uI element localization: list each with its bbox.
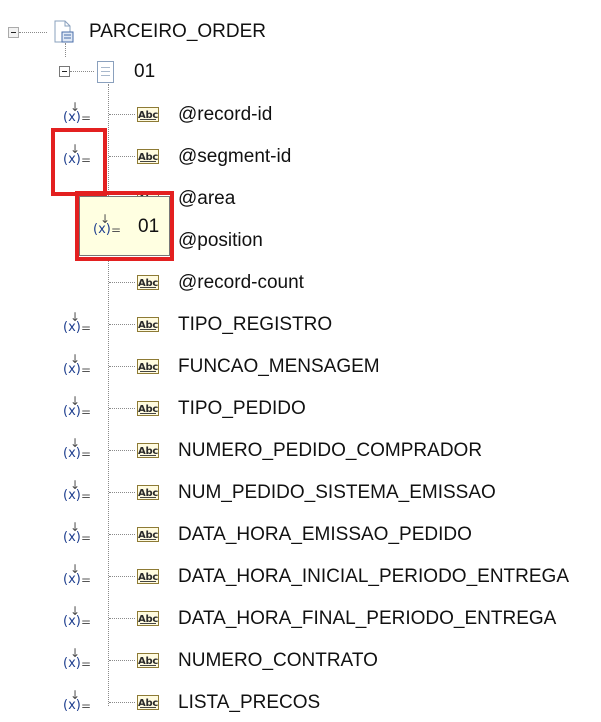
field-label: DATA_HORA_FINAL_PERIODO_ENTREGA [178,608,557,629]
fixed-value-mapping-icon[interactable]: ↓ (x) = [62,437,92,464]
collapse-segment-toggle[interactable] [59,66,70,77]
text-field-abc-icon: Abc [137,107,159,122]
tree-connector [109,534,135,535]
field-label: NUMERO_PEDIDO_COMPRADOR [178,440,483,461]
tree-connector [19,32,47,33]
tree-field-node[interactable]: ↓ (x) = Abc TIPO_PEDIDO [0,394,601,428]
field-label: NUM_PEDIDO_SISTEMA_EMISSAO [178,482,496,503]
field-label: FUNCAO_MENSAGEM [178,356,380,377]
text-field-abc-icon: Abc [137,653,159,668]
tree-field-node[interactable]: ↓ (x) = Abc FUNCAO_MENSAGEM [0,352,601,386]
schema-document-icon [53,20,74,43]
tree-connector [109,282,135,283]
root-label: PARCEIRO_ORDER [89,21,267,42]
field-label: @area [178,188,236,209]
field-label: TIPO_PEDIDO [178,398,306,419]
tree-field-node[interactable]: ↓ (x) = Abc DATA_HORA_INICIAL_PERIODO_ENTREG… [0,562,601,596]
fixed-value-mapping-icon[interactable]: ↓ (x) = [62,101,92,128]
text-field-abc-icon: Abc [137,485,159,500]
text-field-abc-icon: Abc [137,443,159,458]
tree-connector [109,660,135,661]
fixed-value-mapping-icon[interactable]: ↓ (x) = [62,521,92,548]
tree-connector [109,702,135,703]
tree-connector [109,156,135,157]
text-field-abc-icon: Abc [137,611,159,626]
tree-field-node[interactable]: ↓ (x) = Abc NUMERO_CONTRATO [0,646,601,680]
fixed-value-mapping-icon[interactable]: ↓ (x) = [62,395,92,422]
fixed-value-mapping-icon[interactable]: ↓ (x) = [62,563,92,590]
tree-field-node[interactable]: ↓ (x) = Abc NUMERO_PEDIDO_COMPRADOR [0,436,601,470]
tree-field-node[interactable]: ↓ (x) = Abc NUM_PEDIDO_SISTEMA_EMISSAO [0,478,601,512]
collapse-root-toggle[interactable] [8,27,19,38]
tree-segment-node[interactable]: 01 [0,43,601,91]
field-label: TIPO_REGISTRO [178,314,333,335]
fixed-value-mapping-icon[interactable]: ↓ (x) = [62,311,92,338]
field-label: @segment-id [178,146,292,167]
tree-connector [109,576,135,577]
tree-connector [65,43,66,57]
text-field-abc-icon: Abc [137,149,159,164]
field-label: NUMERO_CONTRATO [178,650,378,671]
text-field-abc-icon: Abc [137,317,159,332]
text-field-abc-icon: Abc [137,275,159,290]
tree-connector [109,114,135,115]
tree-connector [109,366,135,367]
tree-connector [109,450,135,451]
tree-root-node[interactable]: PARCEIRO_ORDER [0,15,601,49]
fixed-value-mapping-icon[interactable]: ↓ (x) = [62,647,92,674]
fixed-value-mapping-icon[interactable]: ↓ (x) = [62,479,92,506]
document-icon [97,61,114,83]
text-field-abc-icon: Abc [137,695,159,710]
segment-label: 01 [134,61,156,82]
field-label: DATA_HORA_INICIAL_PERIODO_ENTREGA [178,566,570,587]
text-field-abc-icon: Abc [137,569,159,584]
text-field-abc-icon: Abc [137,401,159,416]
highlight-box-mapping-icon [51,128,107,196]
text-field-abc-icon: Abc [137,359,159,374]
fixed-value-mapping-icon[interactable]: ↓ (x) = [62,605,92,632]
tree-field-node[interactable]: ↓ (x) = Abc DATA_HORA_FINAL_PERIODO_ENTREGA [0,604,601,638]
field-label: @record-count [178,272,304,293]
field-label: @record-id [178,104,273,125]
field-label: @position [178,230,263,251]
field-label: DATA_HORA_EMISSAO_PEDIDO [178,524,472,545]
tree-field-node[interactable]: Abc @record-count [0,268,601,302]
fixed-value-mapping-icon[interactable]: ↓ (x) = [62,353,92,380]
tree-connector [109,324,135,325]
highlight-box-tooltip [75,191,174,261]
text-field-abc-icon: Abc [137,527,159,542]
tree-connector [109,492,135,493]
field-label: LISTA_PRECOS [178,692,321,713]
fixed-value-mapping-icon[interactable]: ↓ (x) = [62,689,92,716]
tree-connector [109,408,135,409]
tree-field-node[interactable]: ↓ (x) = Abc LISTA_PRECOS [0,688,601,722]
tree-field-node[interactable]: ↓ (x) = Abc TIPO_REGISTRO [0,310,601,344]
tree-connector [109,618,135,619]
tree-field-node[interactable]: ↓ (x) = Abc DATA_HORA_EMISSAO_PEDIDO [0,520,601,554]
tree-connector [70,71,94,72]
